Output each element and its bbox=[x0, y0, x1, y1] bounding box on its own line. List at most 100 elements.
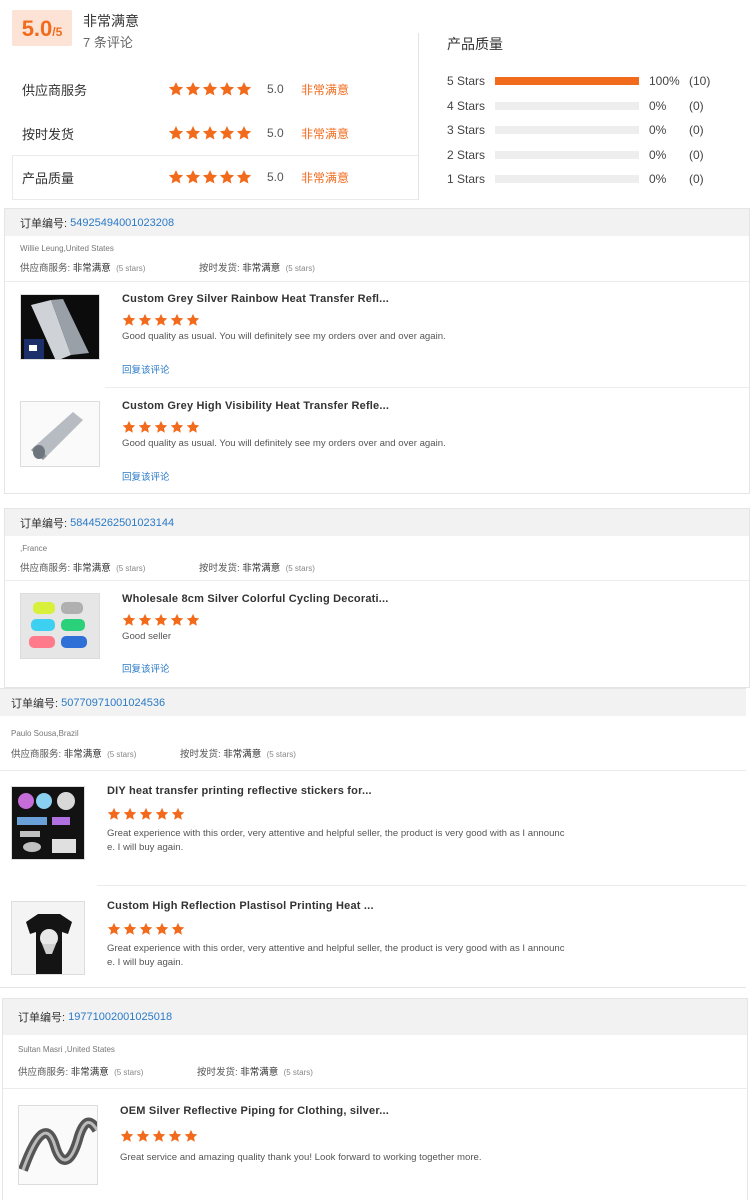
order-number-label: 订单编号: bbox=[20, 217, 68, 230]
reply-link[interactable]: 回复该评论 bbox=[122, 362, 170, 376]
ontime-stars: (5 stars) bbox=[266, 750, 296, 759]
rating-value: 5.0 bbox=[267, 126, 284, 140]
product-thumbnail[interactable] bbox=[11, 786, 85, 860]
order-header: 订单编号: 54925494001023208 bbox=[5, 209, 749, 236]
on-time-rating: 按时发货: 非常满意 (5 stars) bbox=[199, 260, 315, 274]
rating-breakdown: 供应商服务 5.0 非常满意 按时发货 5.0 非常满意 产品质量 5.0 非常… bbox=[0, 67, 418, 199]
product-title-link[interactable]: Custom Grey Silver Rainbow Heat Transfer… bbox=[122, 293, 389, 305]
star-icon bbox=[139, 807, 153, 821]
bar-label: 4 Stars bbox=[447, 98, 486, 113]
product-thumbnail[interactable] bbox=[11, 901, 85, 975]
on-time-rating: 按时发货: 非常满意 (5 stars) bbox=[180, 746, 296, 760]
order-header: 订单编号: 19771002001025018 bbox=[3, 999, 747, 1035]
buyer-name: Willie Leung,United States bbox=[20, 244, 114, 253]
divider bbox=[5, 281, 749, 282]
divider bbox=[5, 580, 749, 581]
rating-stars bbox=[168, 125, 253, 141]
ontime-stars: (5 stars) bbox=[283, 1068, 313, 1077]
product-thumbnail[interactable] bbox=[18, 1105, 98, 1185]
divider bbox=[0, 770, 746, 771]
bar-track bbox=[495, 175, 639, 183]
quality-bar-row: 1 Stars 0% (0) bbox=[447, 169, 747, 189]
order-number-link[interactable]: 54925494001023208 bbox=[70, 217, 174, 229]
review-count: 7 条评论 bbox=[83, 35, 133, 50]
star-icon bbox=[138, 613, 152, 627]
order-number-label: 订单编号: bbox=[20, 517, 68, 530]
review-comment-line: Great experience with this order, very a… bbox=[107, 828, 565, 839]
star-icon bbox=[168, 125, 184, 141]
star-icon bbox=[202, 125, 218, 141]
star-icon bbox=[202, 81, 218, 97]
rating-text: 非常满意 bbox=[301, 126, 350, 141]
ontime-label: 按时发货: bbox=[197, 1067, 238, 1078]
rating-text: 非常满意 bbox=[301, 82, 350, 97]
product-thumbnail[interactable] bbox=[20, 593, 100, 659]
svc-label: 供应商服务: bbox=[11, 749, 62, 760]
review-comment-line: e. I will buy again. bbox=[107, 957, 184, 968]
product-title-link[interactable]: Custom Grey High Visibility Heat Transfe… bbox=[122, 400, 389, 412]
star-icon bbox=[155, 922, 169, 936]
svc-stars: (5 stars) bbox=[116, 264, 146, 273]
product-thumbnail[interactable] bbox=[20, 294, 100, 360]
quality-bar-row: 5 Stars 100% (10) bbox=[447, 71, 747, 91]
quality-title: 产品质量 bbox=[447, 36, 503, 52]
rating-label: 按时发货 bbox=[22, 126, 75, 142]
bar-percent: 0% bbox=[649, 98, 667, 113]
product-stars bbox=[120, 1129, 200, 1143]
on-time-rating: 按时发货: 非常满意 (5 stars) bbox=[199, 560, 315, 574]
ontime-value: 非常满意 bbox=[240, 1067, 279, 1078]
svc-value: 非常满意 bbox=[63, 749, 102, 760]
bar-label: 3 Stars bbox=[447, 123, 486, 137]
star-icon bbox=[107, 807, 121, 821]
star-icon bbox=[170, 313, 184, 327]
star-icon bbox=[168, 1129, 182, 1143]
review-comment: Great experience with this order, very a… bbox=[107, 942, 565, 970]
order-card: 订单编号: 58445262501023144 ,France 供应商服务: 非… bbox=[4, 508, 750, 688]
rating-row-quality: 产品质量 5.0 非常满意 bbox=[0, 155, 418, 199]
product-title-link[interactable]: DIY heat transfer printing reflective st… bbox=[107, 785, 372, 797]
reply-link[interactable]: 回复该评论 bbox=[122, 469, 170, 483]
star-icon bbox=[171, 807, 185, 821]
star-icon bbox=[154, 313, 168, 327]
svc-value: 非常满意 bbox=[72, 563, 111, 574]
buyer-name: Sultan Masri ,United States bbox=[18, 1045, 115, 1054]
reply-link[interactable]: 回复该评论 bbox=[122, 661, 170, 675]
product-title-link[interactable]: Custom High Reflection Plastisol Printin… bbox=[107, 900, 374, 912]
star-icon bbox=[123, 922, 137, 936]
order-card: 订单编号: 54925494001023208 Willie Leung,Uni… bbox=[4, 208, 750, 494]
order-number-link[interactable]: 58445262501023144 bbox=[70, 517, 174, 529]
rating-row-supplier: 供应商服务 5.0 非常满意 bbox=[0, 67, 418, 111]
order-number-link[interactable]: 50770971001024536 bbox=[61, 697, 165, 709]
star-icon bbox=[168, 81, 184, 97]
order-header: 订单编号: 50770971001024536 bbox=[0, 689, 746, 716]
ontime-stars: (5 stars) bbox=[285, 264, 315, 273]
summary-divider bbox=[418, 33, 419, 200]
review-comment: Good quality as usual. You will definite… bbox=[122, 331, 446, 342]
star-icon bbox=[185, 81, 201, 97]
order-card: 订单编号: 50770971001024536 Paulo Sousa,Braz… bbox=[0, 688, 746, 988]
quality-bar-row: 3 Stars 0% (0) bbox=[447, 120, 747, 140]
star-icon bbox=[219, 169, 235, 185]
rating-value: 5.0 bbox=[267, 82, 284, 96]
product-title-link[interactable]: OEM Silver Reflective Piping for Clothin… bbox=[120, 1105, 389, 1117]
star-icon bbox=[219, 81, 235, 97]
order-card: 订单编号: 19771002001025018 Sultan Masri ,Un… bbox=[2, 998, 748, 1200]
star-icon bbox=[139, 922, 153, 936]
order-number-link[interactable]: 19771002001025018 bbox=[68, 1011, 172, 1023]
rating-label: 产品质量 bbox=[22, 170, 75, 186]
supplier-service-rating: 供应商服务: 非常满意 (5 stars) bbox=[18, 1064, 143, 1078]
quality-bar-row: 2 Stars 0% (0) bbox=[447, 145, 747, 165]
star-icon bbox=[122, 613, 136, 627]
product-title-link[interactable]: Wholesale 8cm Silver Colorful Cycling De… bbox=[122, 593, 389, 605]
product-thumbnail[interactable] bbox=[20, 401, 100, 467]
star-icon bbox=[122, 420, 136, 434]
bar-track bbox=[495, 126, 639, 134]
star-icon bbox=[236, 81, 252, 97]
review-comment: Great service and amazing quality thank … bbox=[120, 1152, 482, 1163]
star-icon bbox=[154, 613, 168, 627]
bar-count: (0) bbox=[689, 123, 704, 137]
star-icon bbox=[184, 1129, 198, 1143]
star-icon bbox=[202, 169, 218, 185]
rating-value: 5.0 bbox=[267, 170, 284, 184]
star-icon bbox=[185, 169, 201, 185]
